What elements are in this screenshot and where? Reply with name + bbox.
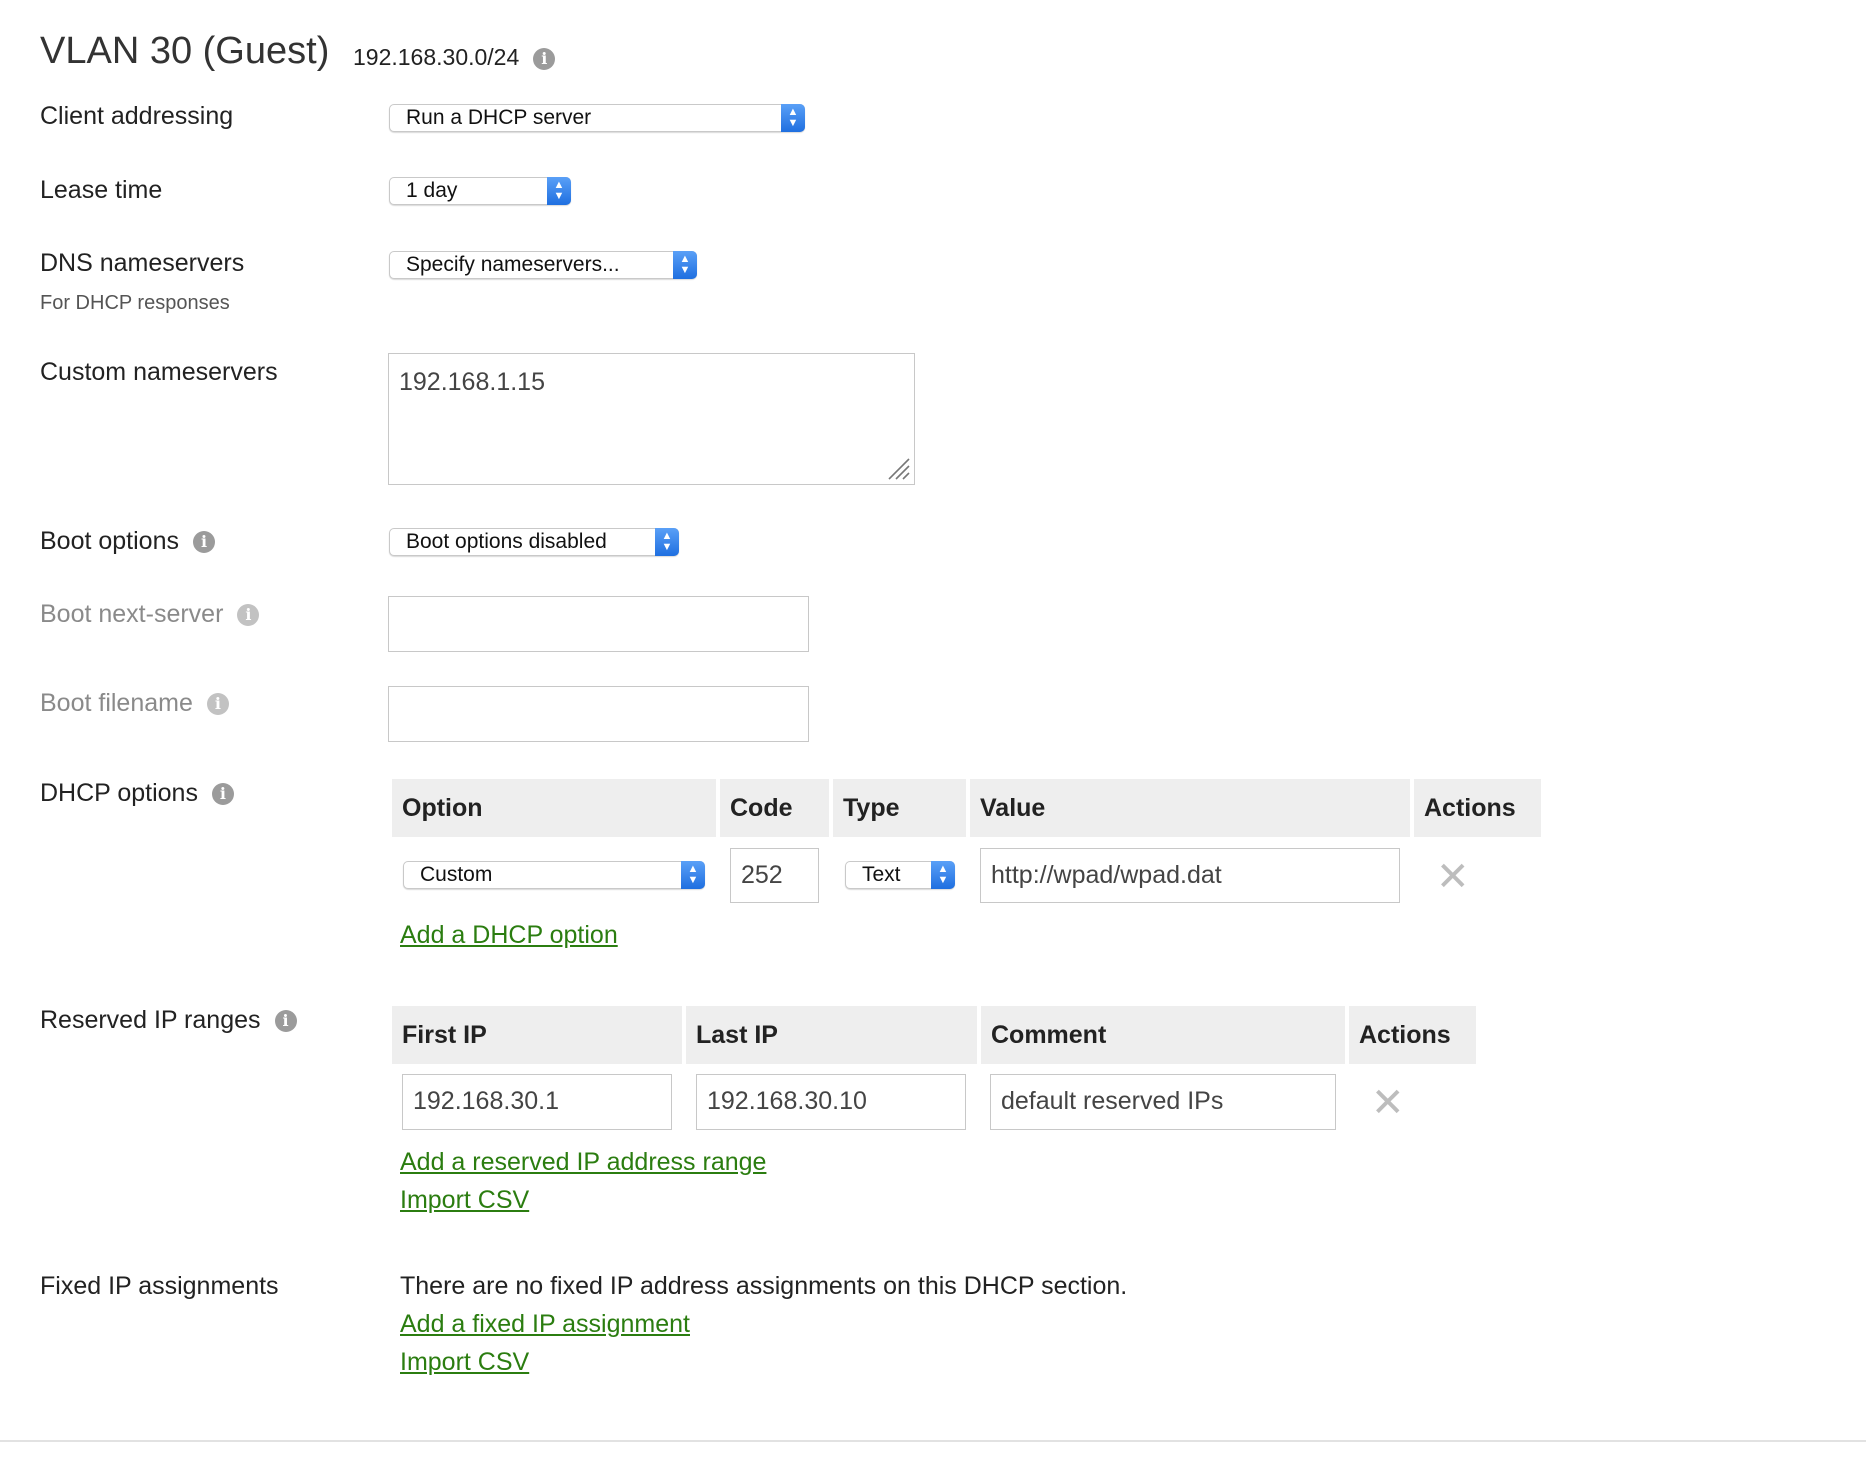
- client-addressing-label: Client addressing: [40, 102, 234, 130]
- info-icon[interactable]: i: [274, 1010, 297, 1033]
- subnet-label: 192.168.30.0/24 i: [353, 44, 556, 71]
- dns-nameservers-value: Specify nameservers...: [406, 253, 620, 276]
- reserved-last-ip-input[interactable]: 192.168.30.10: [696, 1074, 966, 1130]
- custom-nameservers-value: 192.168.1.15: [399, 368, 545, 396]
- dns-nameservers-select[interactable]: Specify nameservers... ▲ ▼: [389, 251, 697, 279]
- custom-nameservers-label: Custom nameservers: [40, 358, 278, 386]
- lease-time-select[interactable]: 1 day ▲ ▼: [389, 177, 571, 205]
- info-icon[interactable]: i: [206, 693, 229, 716]
- dhcp-value-input[interactable]: http://wpad/wpad.dat: [980, 848, 1400, 903]
- column-header-code: Code: [720, 779, 829, 837]
- import-csv-link[interactable]: Import CSV: [400, 1186, 529, 1215]
- column-header-first-ip: First IP: [392, 1006, 682, 1064]
- fixed-ip-assignments-label: Fixed IP assignments: [40, 1272, 279, 1300]
- dhcp-type-select[interactable]: Text ▲ ▼: [845, 861, 955, 889]
- info-icon[interactable]: i: [193, 531, 215, 554]
- boot-options-value: Boot options disabled: [406, 530, 607, 553]
- boot-options-label-text: Boot options: [40, 527, 179, 555]
- info-icon[interactable]: i: [533, 47, 556, 70]
- column-header-comment: Comment: [981, 1006, 1345, 1064]
- chevron-updown-icon: ▲ ▼: [681, 861, 705, 889]
- dhcp-code-input[interactable]: 252: [730, 848, 819, 903]
- chevron-updown-icon: ▲ ▼: [673, 251, 697, 279]
- dhcp-option-select[interactable]: Custom ▲ ▼: [403, 861, 705, 889]
- add-dhcp-option-link[interactable]: Add a DHCP option: [400, 921, 618, 950]
- boot-next-server-input[interactable]: [388, 596, 809, 652]
- client-addressing-value: Run a DHCP server: [406, 106, 592, 129]
- boot-filename-input[interactable]: [388, 686, 809, 742]
- boot-options-select[interactable]: Boot options disabled ▲ ▼: [389, 528, 679, 556]
- column-header-actions: Actions: [1349, 1006, 1476, 1064]
- dhcp-options-label-text: DHCP options: [40, 779, 198, 807]
- info-icon[interactable]: i: [211, 783, 234, 806]
- lease-time-value: 1 day: [406, 179, 458, 202]
- lease-time-label: Lease time: [40, 176, 163, 204]
- chevron-updown-icon: ▲ ▼: [781, 104, 805, 132]
- dns-nameservers-label: DNS nameservers: [40, 249, 245, 277]
- close-icon[interactable]: ✕: [1371, 1083, 1405, 1123]
- reserved-ip-ranges-label: Reserved IP ranges i: [40, 1006, 297, 1035]
- section-divider: [0, 1440, 1866, 1442]
- dhcp-options-label: DHCP options i: [40, 779, 234, 808]
- reserved-first-ip-input[interactable]: 192.168.30.1: [402, 1074, 672, 1130]
- dhcp-type-value: Text: [862, 863, 901, 886]
- reserved-ip-ranges-label-text: Reserved IP ranges: [40, 1006, 261, 1034]
- boot-options-label: Boot options i: [40, 527, 215, 556]
- client-addressing-select[interactable]: Run a DHCP server ▲ ▼: [389, 104, 805, 132]
- chevron-updown-icon: ▲ ▼: [655, 528, 679, 556]
- column-header-type: Type: [833, 779, 966, 837]
- dns-nameservers-sublabel: For DHCP responses: [40, 292, 230, 314]
- column-header-value: Value: [970, 779, 1410, 837]
- chevron-updown-icon: ▲ ▼: [547, 177, 571, 205]
- custom-nameservers-textarea[interactable]: 192.168.1.15: [388, 353, 915, 485]
- boot-filename-label-text: Boot filename: [40, 689, 193, 717]
- boot-filename-label: Boot filename i: [40, 689, 229, 718]
- reserved-comment-input[interactable]: default reserved IPs: [990, 1074, 1336, 1130]
- fixed-ip-empty-text: There are no fixed IP address assignment…: [400, 1272, 1128, 1300]
- boot-next-server-label: Boot next-server i: [40, 600, 260, 629]
- import-csv-link[interactable]: Import CSV: [400, 1348, 529, 1377]
- boot-next-server-label-text: Boot next-server: [40, 600, 224, 628]
- subnet-text: 192.168.30.0/24: [353, 44, 520, 70]
- close-icon[interactable]: ✕: [1436, 857, 1470, 897]
- dhcp-option-value: Custom: [420, 863, 493, 886]
- page-title: VLAN 30 (Guest): [40, 30, 330, 72]
- column-header-last-ip: Last IP: [686, 1006, 977, 1064]
- column-header-option: Option: [392, 779, 716, 837]
- column-header-actions: Actions: [1414, 779, 1541, 837]
- add-reserved-range-link[interactable]: Add a reserved IP address range: [400, 1148, 766, 1177]
- info-icon[interactable]: i: [237, 604, 260, 627]
- chevron-updown-icon: ▲ ▼: [931, 861, 955, 889]
- resize-grip-icon[interactable]: [885, 455, 911, 481]
- add-fixed-ip-link[interactable]: Add a fixed IP assignment: [400, 1310, 690, 1339]
